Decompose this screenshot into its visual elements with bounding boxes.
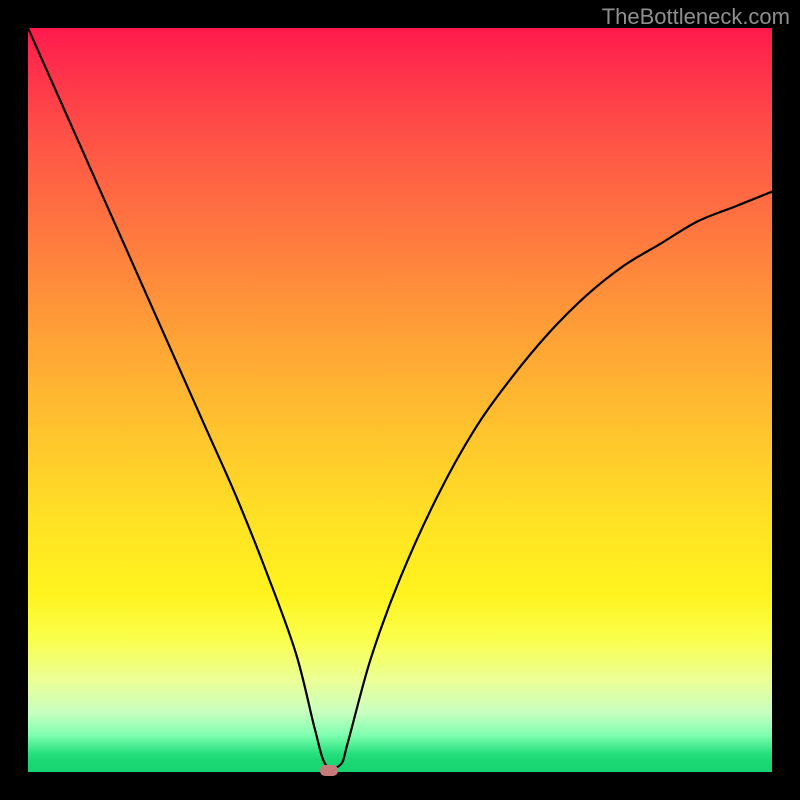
watermark-text: TheBottleneck.com xyxy=(602,4,790,30)
chart-frame: TheBottleneck.com xyxy=(0,0,800,800)
bottleneck-curve xyxy=(28,28,772,772)
optimal-point-marker xyxy=(320,765,338,776)
plot-area xyxy=(28,28,772,772)
